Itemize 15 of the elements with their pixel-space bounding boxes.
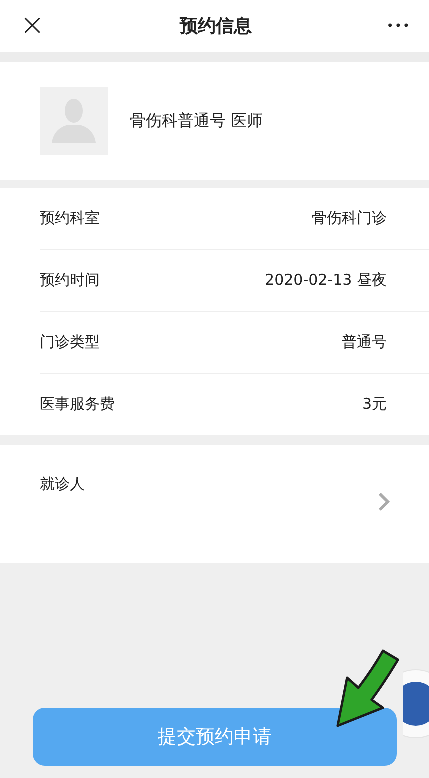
- detail-value: 普通号: [342, 333, 387, 352]
- chevron-icon: [377, 491, 391, 513]
- detail-label: 门诊类型: [40, 333, 100, 352]
- detail-label: 预约科室: [40, 209, 100, 228]
- page-title: 预约信息: [180, 15, 252, 38]
- detail-label: 医事服务费: [40, 395, 115, 414]
- more-button[interactable]: •••: [386, 19, 411, 33]
- close-button[interactable]: ×: [20, 11, 46, 41]
- arrow-icon: [336, 648, 402, 728]
- detail-value: 3元: [362, 395, 387, 414]
- patient-row[interactable]: 就诊人: [0, 445, 429, 563]
- detail-label: 预约时间: [40, 271, 100, 290]
- detail-value: 骨伤科门诊: [312, 209, 387, 228]
- detail-value: 2020-02-13 昼夜: [265, 271, 387, 290]
- doctor-name: 骨伤科普通号 医师: [130, 110, 264, 132]
